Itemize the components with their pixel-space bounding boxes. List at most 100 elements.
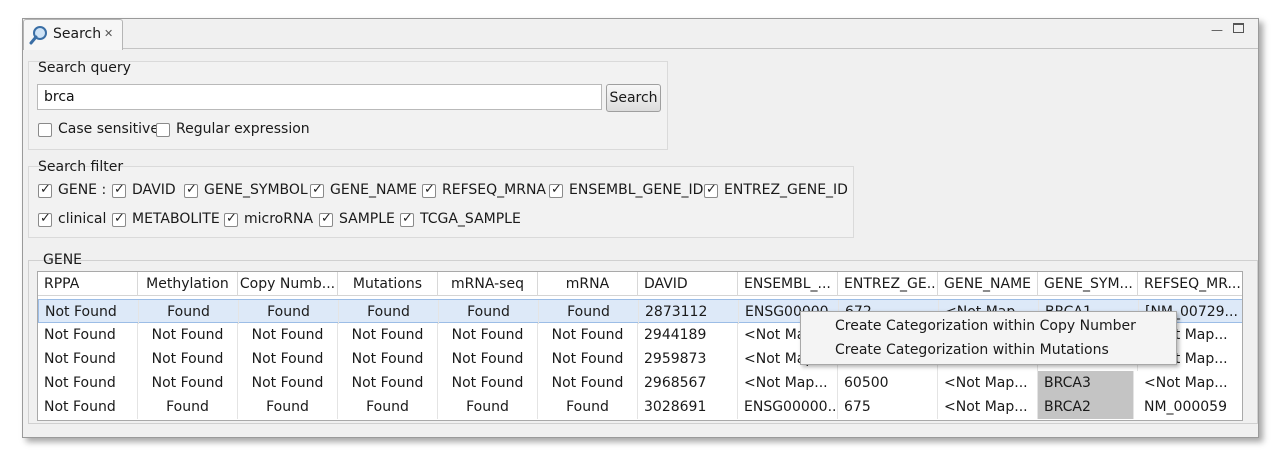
filter-sample-checkbox[interactable] bbox=[319, 211, 333, 227]
col-header-gene-name[interactable]: GENE_NAME bbox=[938, 272, 1038, 296]
cell-gene-symbol: BRCA3 bbox=[1038, 371, 1134, 395]
col-header-mutations[interactable]: Mutations bbox=[338, 272, 438, 296]
search-query-title: Search query bbox=[38, 60, 131, 76]
search-view: Search ✕ — Search query Search Case sens… bbox=[22, 18, 1259, 438]
filter-sample-label: SAMPLE bbox=[339, 211, 395, 227]
cell-rppa: Not Found bbox=[38, 395, 138, 419]
tab-search[interactable]: Search ✕ bbox=[23, 19, 123, 50]
cell-mutations: Found bbox=[339, 300, 439, 324]
col-header-copy-number[interactable]: Copy Numb... bbox=[238, 272, 338, 296]
case-sensitive-checkbox[interactable] bbox=[38, 123, 52, 137]
cell-mutations: Not Found bbox=[338, 323, 438, 347]
cell-david: 2968567 bbox=[638, 371, 738, 395]
col-header-methylation[interactable]: Methylation bbox=[138, 272, 238, 296]
filter-david-checkbox[interactable] bbox=[112, 182, 126, 198]
cell-copy-number: Found bbox=[239, 300, 339, 324]
cell-mrna-seq: Found bbox=[438, 395, 538, 419]
cell-mutations: Not Found bbox=[338, 347, 438, 371]
cell-copy-number: Found bbox=[238, 395, 338, 419]
col-header-rppa[interactable]: RPPA bbox=[38, 272, 138, 296]
cell-copy-number: Not Found bbox=[238, 371, 338, 395]
filter-ensembl-gene-id-label: ENSEMBL_GENE_ID bbox=[569, 182, 704, 198]
cell-refseq: <Not Map... bbox=[1138, 371, 1242, 395]
col-header-refseq[interactable]: REFSEQ_MR... bbox=[1138, 272, 1242, 296]
filter-microrna-checkbox[interactable] bbox=[224, 211, 238, 227]
col-header-ensembl[interactable]: ENSEMBL_... bbox=[738, 272, 838, 296]
cell-mrna: Not Found bbox=[538, 347, 638, 371]
tab-label: Search bbox=[53, 26, 102, 42]
col-header-gene-symbol[interactable]: GENE_SYM... bbox=[1038, 272, 1138, 296]
filter-gene-checkbox[interactable] bbox=[38, 182, 52, 198]
maximize-icon[interactable] bbox=[1233, 23, 1244, 33]
cell-ensembl: ENSG00000... bbox=[738, 395, 838, 419]
table-row[interactable]: Not Found Not Found Not Found Not Found … bbox=[38, 371, 1242, 395]
filter-gene-name-checkbox[interactable] bbox=[310, 182, 324, 198]
cell-mrna-seq: Not Found bbox=[438, 371, 538, 395]
minimize-icon[interactable]: — bbox=[1211, 23, 1223, 37]
tab-bar: Search ✕ — bbox=[23, 19, 1258, 50]
magnifier-icon bbox=[29, 26, 47, 45]
filter-gene-symbol-checkbox[interactable] bbox=[184, 182, 198, 198]
col-header-entrez[interactable]: ENTREZ_GE... bbox=[838, 272, 938, 296]
cell-entrez: 60500 bbox=[838, 371, 938, 395]
cell-mrna: Not Found bbox=[538, 371, 638, 395]
filter-gene-symbol-label: GENE_SYMBOL bbox=[204, 182, 308, 198]
cell-david: 3028691 bbox=[638, 395, 738, 419]
filter-metabolite-checkbox[interactable] bbox=[112, 211, 126, 227]
cell-ensembl: <Not Map... bbox=[738, 371, 838, 395]
cell-mrna: Found bbox=[539, 300, 639, 324]
table-row[interactable]: Not Found Found Found Found Found Found … bbox=[38, 395, 1242, 419]
regular-expression-checkbox[interactable] bbox=[156, 123, 170, 137]
filter-entrez-gene-id-checkbox[interactable] bbox=[704, 182, 718, 198]
menu-item-categorize-copy-number[interactable]: Create Categorization within Copy Number bbox=[835, 318, 1136, 334]
context-menu: Create Categorization within Copy Number… bbox=[800, 311, 1177, 365]
filter-david-label: DAVID bbox=[132, 182, 176, 198]
filter-entrez-gene-id-label: ENTREZ_GENE_ID bbox=[724, 182, 848, 198]
filter-clinical-label: clinical bbox=[58, 211, 107, 227]
search-filter-title: Search filter bbox=[38, 159, 124, 175]
search-filter-group: Search filter GENE : DAVID GENE_SYMBOL G… bbox=[28, 159, 854, 238]
filter-clinical-checkbox[interactable] bbox=[38, 211, 52, 227]
cell-rppa: Not Found bbox=[38, 323, 138, 347]
search-button[interactable]: Search bbox=[606, 84, 661, 112]
cell-rppa: Not Found bbox=[39, 300, 139, 324]
filter-microrna-label: microRNA bbox=[244, 211, 314, 227]
cell-mrna-seq: Found bbox=[439, 300, 539, 324]
cell-david: 2959873 bbox=[638, 347, 738, 371]
cell-david: 2944189 bbox=[638, 323, 738, 347]
cell-refseq: NM_000059 bbox=[1138, 395, 1242, 419]
close-icon[interactable]: ✕ bbox=[104, 27, 113, 40]
cell-gene-name: <Not Map... bbox=[938, 371, 1038, 395]
col-header-mrna[interactable]: mRNA bbox=[538, 272, 638, 296]
cell-gene-name: <Not Map... bbox=[938, 395, 1038, 419]
col-header-mrna-seq[interactable]: mRNA-seq bbox=[438, 272, 538, 296]
filter-refseq-mrna-checkbox[interactable] bbox=[422, 182, 436, 198]
cell-methylation: Not Found bbox=[138, 347, 238, 371]
filter-tcga-sample-label: TCGA_SAMPLE bbox=[420, 211, 521, 227]
filter-refseq-mrna-label: REFSEQ_MRNA bbox=[442, 182, 546, 198]
cell-gene-symbol: BRCA2 bbox=[1038, 395, 1134, 419]
cell-methylation: Found bbox=[139, 300, 239, 324]
cell-methylation: Not Found bbox=[138, 371, 238, 395]
search-input[interactable] bbox=[37, 84, 602, 110]
filter-ensembl-gene-id-checkbox[interactable] bbox=[549, 182, 563, 198]
cell-mutations: Found bbox=[338, 395, 438, 419]
menu-item-categorize-mutations[interactable]: Create Categorization within Mutations bbox=[835, 342, 1109, 358]
cell-david: 2873112 bbox=[639, 300, 739, 324]
cell-mrna-seq: Not Found bbox=[438, 347, 538, 371]
cell-methylation: Found bbox=[138, 395, 238, 419]
col-header-david[interactable]: DAVID bbox=[638, 272, 738, 296]
cell-mrna: Found bbox=[538, 395, 638, 419]
cell-mrna: Not Found bbox=[538, 323, 638, 347]
search-query-group: Search query Search Case sensitive Regul… bbox=[28, 60, 668, 150]
filter-metabolite-label: METABOLITE bbox=[132, 211, 220, 227]
cell-copy-number: Not Found bbox=[238, 347, 338, 371]
cell-mutations: Not Found bbox=[338, 371, 438, 395]
cell-mrna-seq: Not Found bbox=[438, 323, 538, 347]
filter-gene-label: GENE : bbox=[58, 182, 107, 198]
cell-entrez: 675 bbox=[838, 395, 938, 419]
filter-tcga-sample-checkbox[interactable] bbox=[400, 211, 414, 227]
cell-methylation: Not Found bbox=[138, 323, 238, 347]
cell-copy-number: Not Found bbox=[238, 323, 338, 347]
filter-gene-name-label: GENE_NAME bbox=[330, 182, 417, 198]
